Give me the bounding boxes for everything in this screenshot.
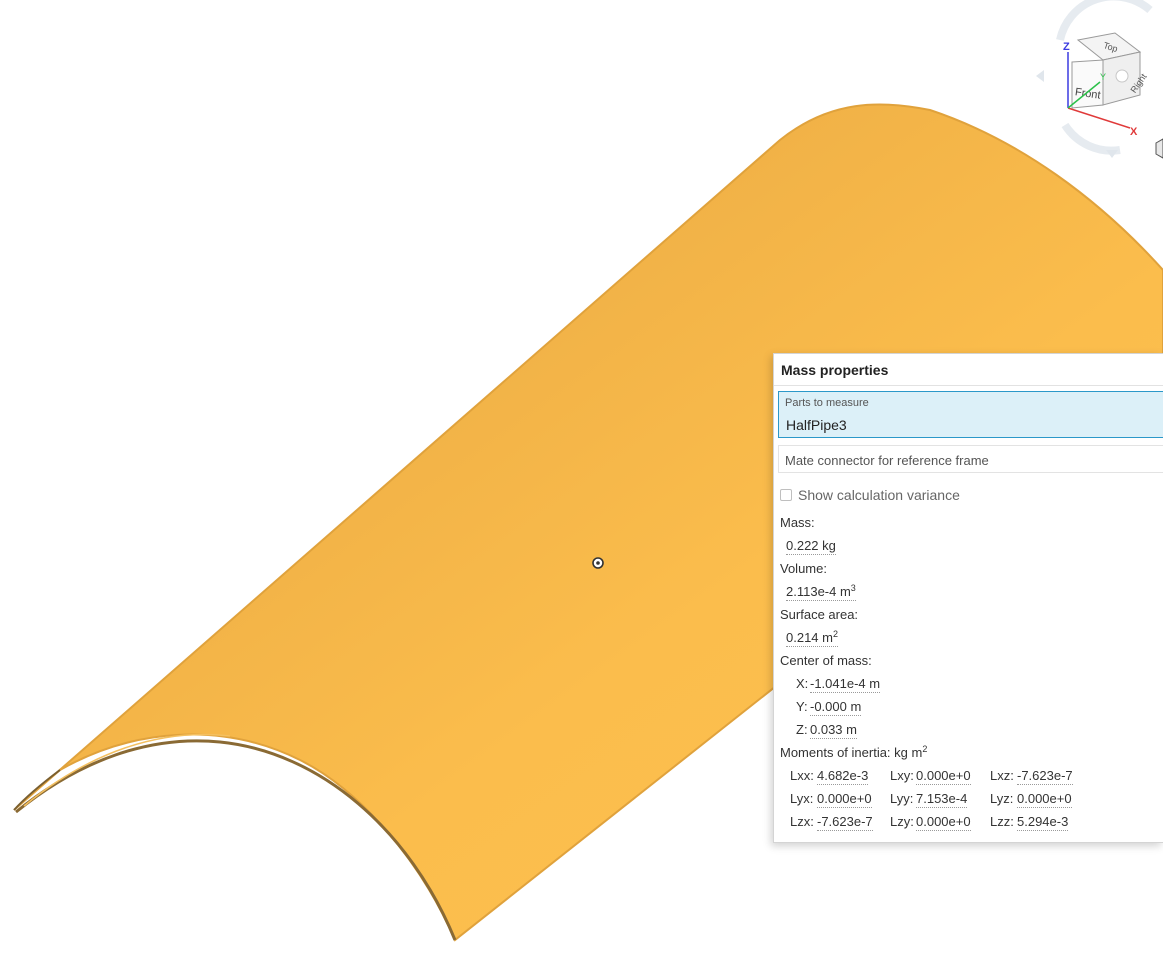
com-y-value: -0.000 m [810, 699, 862, 716]
volume-label: Volume: [780, 561, 827, 576]
mass-label: Mass: [780, 515, 815, 530]
lxy-value: 0.000e+0 [916, 768, 971, 785]
parts-to-measure-value[interactable]: HalfPipe3 [786, 417, 847, 433]
lzz-label: Lzz: [990, 814, 1014, 829]
com-x-label: X: [796, 676, 809, 691]
mate-connector-placeholder: Mate connector for reference frame [785, 453, 989, 468]
surface-area-value: 0.214 m2 [786, 629, 838, 647]
lzx-value: -7.623e-7 [817, 814, 873, 831]
lyz-value: 0.000e+0 [1017, 791, 1072, 808]
mass-value: 0.222 kg [786, 538, 836, 555]
com-z-label: Z: [796, 722, 808, 737]
panel-title: Mass properties [781, 362, 889, 378]
volume-number: 2.113e-4 m [786, 584, 851, 599]
lxz-value: -7.623e-7 [1017, 768, 1073, 785]
show-variance-label[interactable]: Show calculation variance [798, 487, 960, 503]
mate-connector-field[interactable]: Mate connector for reference frame [778, 445, 1163, 473]
lxz-label: Lxz: [990, 768, 1014, 783]
center-of-mass-marker [592, 557, 604, 569]
moi-exponent: 2 [922, 744, 928, 754]
surface-area-exponent: 2 [832, 629, 838, 639]
lzy-value: 0.000e+0 [916, 814, 971, 831]
home-view-icon[interactable] [1155, 138, 1163, 159]
show-variance-checkbox[interactable] [780, 489, 792, 501]
lyy-value: 7.153e-4 [916, 791, 968, 808]
panel-divider [774, 385, 1163, 386]
com-z-value: 0.033 m [810, 722, 857, 739]
lzx-label: Lzx: [790, 814, 814, 829]
mass-properties-panel: Mass properties Parts to measure HalfPip… [773, 353, 1163, 843]
axis-x-label: X [1130, 126, 1138, 138]
rotate-left-icon[interactable] [1036, 70, 1044, 82]
volume-exponent: 3 [850, 583, 856, 593]
moments-of-inertia-label: Moments of inertia: kg m2 [780, 744, 928, 760]
lzz-value: 5.294e-3 [1017, 814, 1069, 831]
lyy-label: Lyy: [890, 791, 914, 806]
lxx-label: Lxx: [790, 768, 814, 783]
lyz-label: Lyz: [990, 791, 1014, 806]
parts-to-measure-label: Parts to measure [785, 397, 869, 409]
axis-y-label: Y [1100, 72, 1106, 82]
axis-z-label: Z [1063, 41, 1070, 53]
view-cube[interactable]: Top Front Right Z X Y [1030, 0, 1163, 160]
lxy-label: Lxy: [890, 768, 914, 783]
volume-value: 2.113e-4 m3 [786, 583, 856, 601]
parts-to-measure-field[interactable]: Parts to measure HalfPipe3 [778, 391, 1163, 438]
view-cube-box[interactable]: Top Front Right [1071, 32, 1149, 109]
lzy-label: Lzy: [890, 814, 914, 829]
lyx-label: Lyx: [790, 791, 814, 806]
com-x-value: -1.041e-4 m [810, 676, 881, 693]
lxx-value: 4.682e-3 [817, 768, 869, 785]
moi-text: Moments of inertia: kg m [780, 745, 923, 760]
com-y-label: Y: [796, 699, 808, 714]
lyx-value: 0.000e+0 [817, 791, 872, 808]
show-variance-row[interactable]: Show calculation variance [780, 487, 960, 503]
surface-area-label: Surface area: [780, 607, 859, 622]
center-of-mass-label: Center of mass: [780, 653, 872, 668]
surface-area-number: 0.214 m [786, 630, 833, 645]
